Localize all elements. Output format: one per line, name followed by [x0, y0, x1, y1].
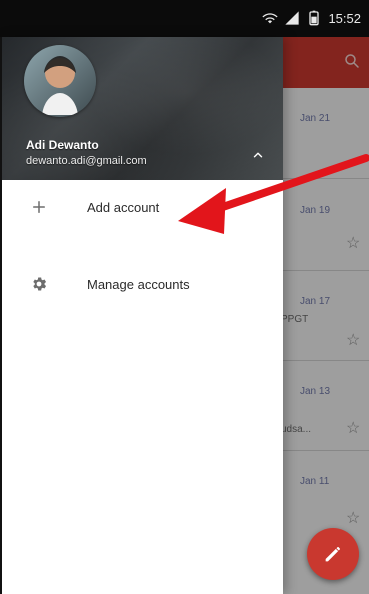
navigation-drawer[interactable]: Adi Dewanto dewanto.adi@gmail.com Add ac… — [0, 37, 283, 594]
manage-accounts-label: Manage accounts — [87, 276, 190, 292]
status-icons: 15:52 — [262, 7, 361, 29]
avatar-image — [24, 45, 96, 117]
wifi-icon — [262, 13, 279, 24]
avatar[interactable] — [24, 45, 96, 117]
account-name: Adi Dewanto — [26, 138, 99, 152]
add-account-label: Add account — [87, 199, 160, 215]
battery-icon — [309, 10, 320, 26]
plus-icon — [30, 198, 48, 216]
account-email: dewanto.adi@gmail.com — [26, 155, 147, 167]
manage-accounts-item[interactable]: Manage accounts — [2, 257, 283, 311]
drawer-header[interactable]: Adi Dewanto dewanto.adi@gmail.com — [2, 37, 283, 180]
drawer-scrim[interactable] — [281, 37, 369, 594]
chevron-up-icon[interactable] — [251, 148, 265, 162]
status-bar: 15:52 — [0, 0, 369, 37]
android-screen: Jan 21 Jan 19 Jan 17 Jan 13 Jan 11 PPGT … — [0, 0, 369, 594]
gear-icon — [30, 275, 48, 293]
pencil-icon — [325, 547, 340, 562]
compose-button[interactable] — [307, 528, 359, 580]
status-time: 15:52 — [328, 10, 361, 26]
signal-icon — [285, 11, 300, 25]
add-account-item[interactable]: Add account — [2, 180, 283, 234]
